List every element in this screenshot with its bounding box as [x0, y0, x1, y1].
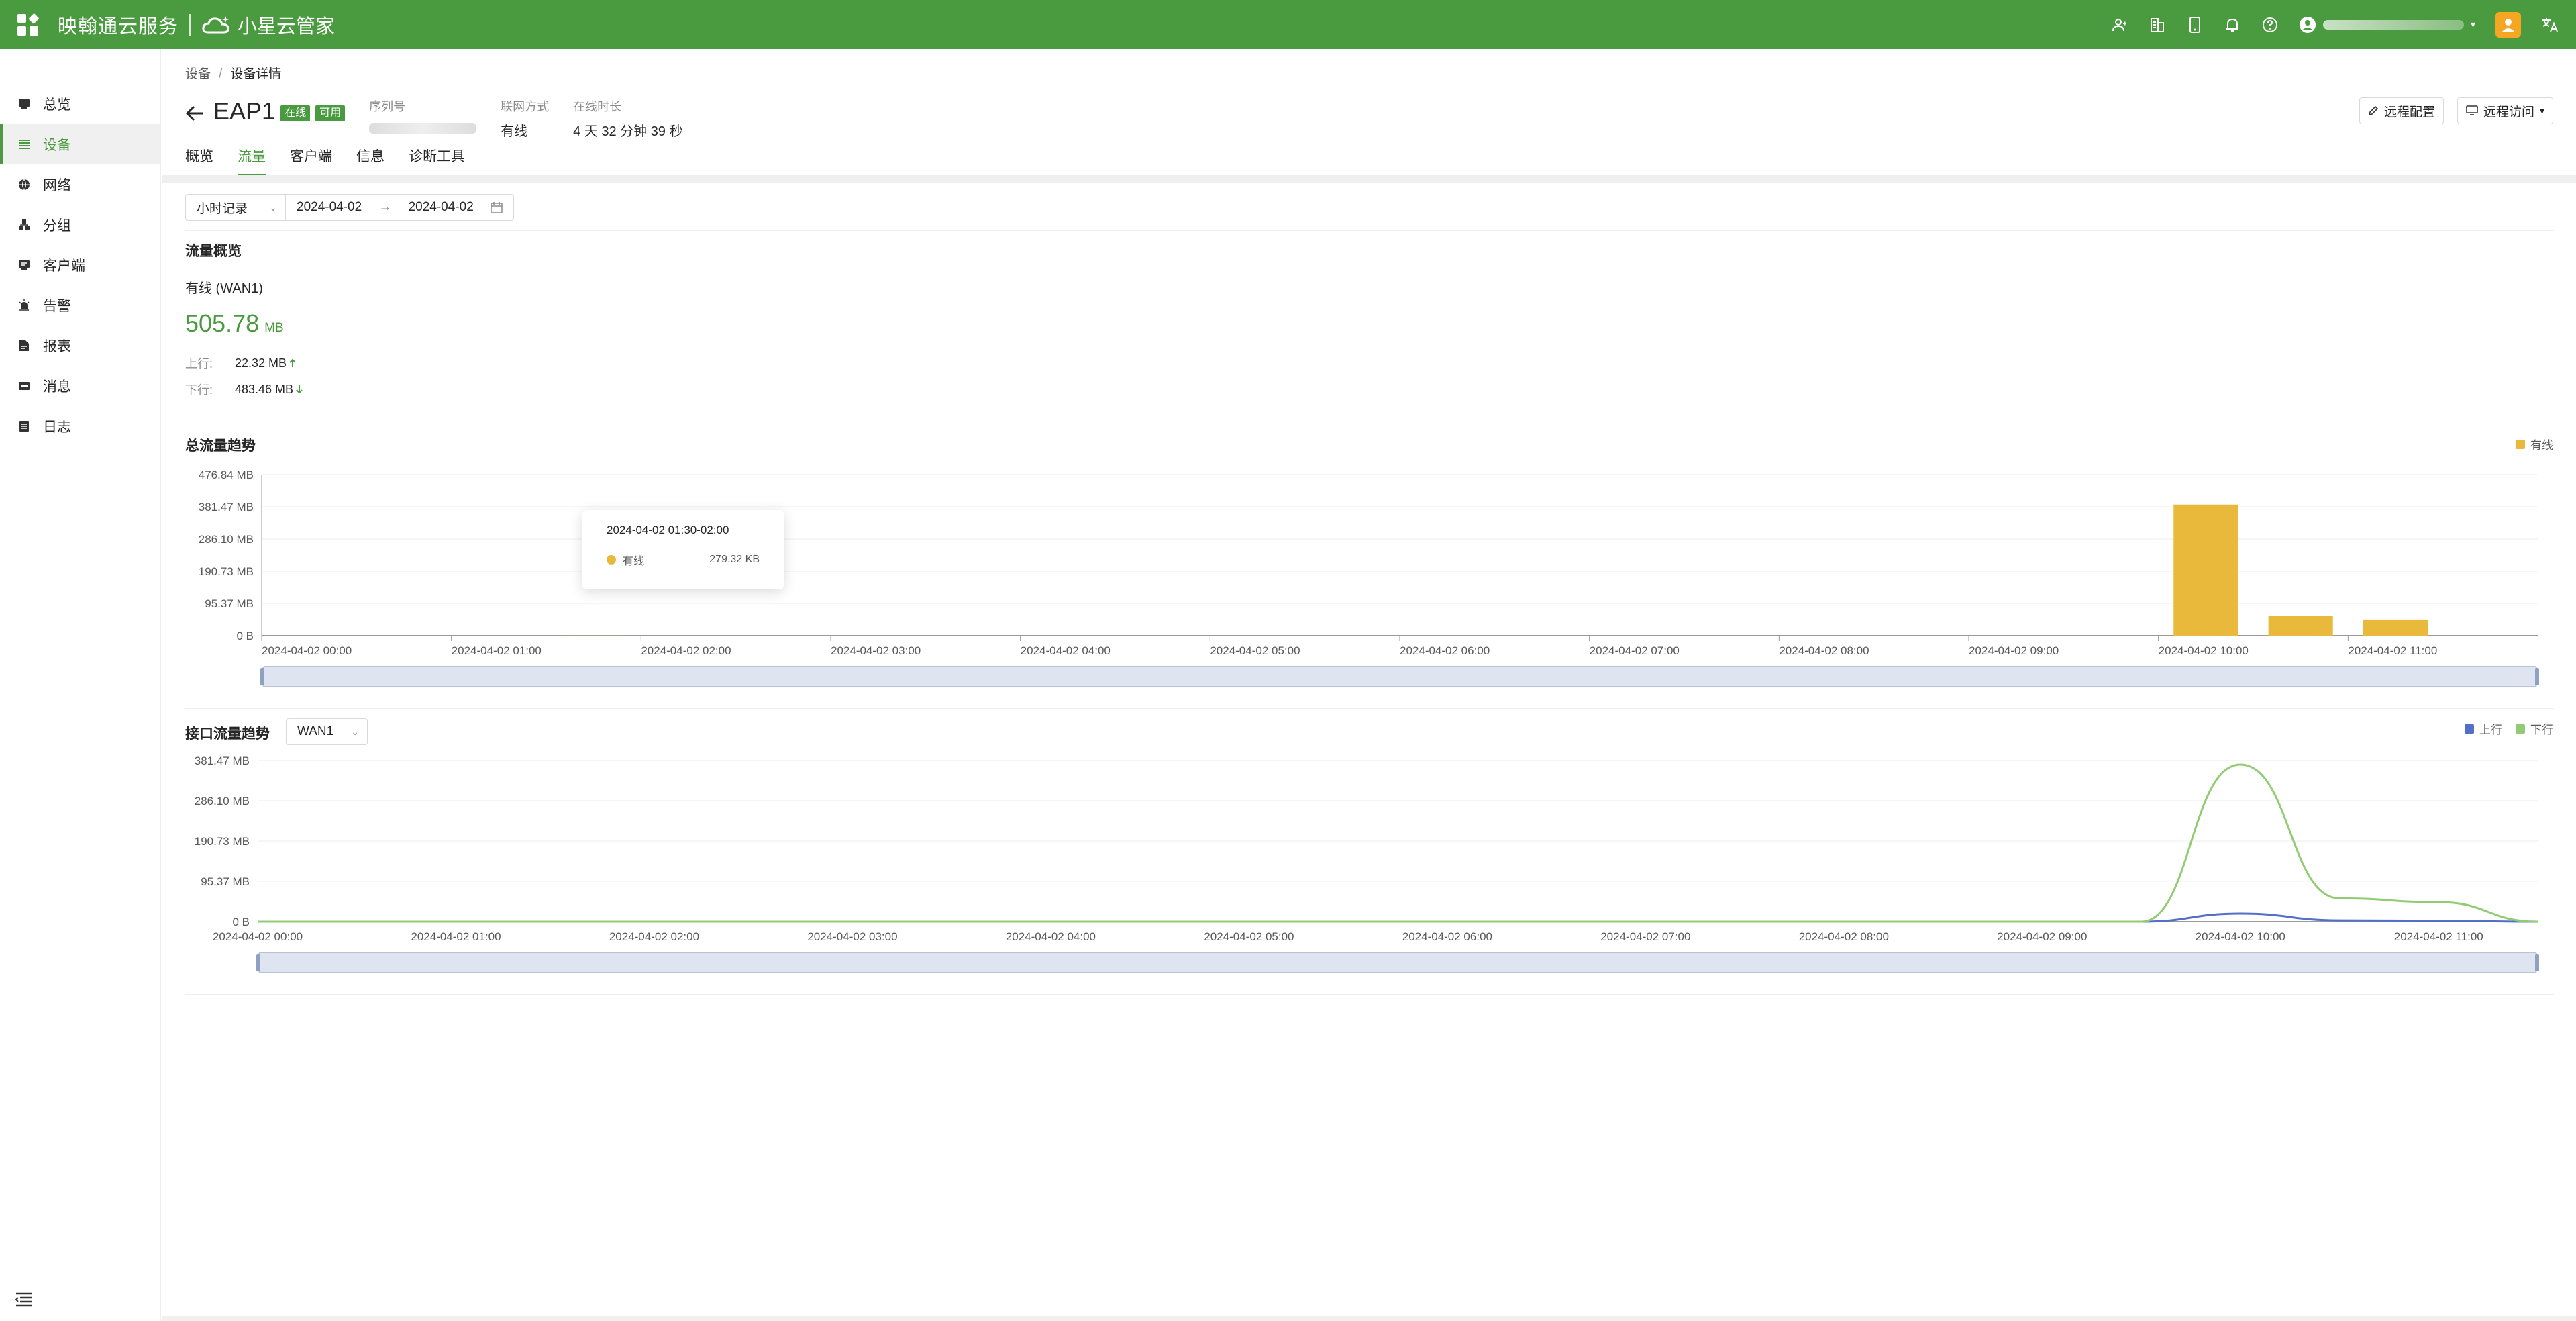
x-tick-label: 2024-04-02 06:00	[1402, 930, 1492, 943]
sidebar: 总览 设备 网络 分组 客户端 告警 报表 消息 日志	[0, 49, 161, 1321]
y-tick-label: 381.47 MB	[195, 754, 250, 767]
sidebar-item-group[interactable]: 分组	[0, 205, 160, 245]
sidebar-item-label: 设备	[43, 138, 71, 153]
sidebar-item-devices[interactable]: 设备	[0, 124, 160, 164]
x-tick-label: 2024-04-02 02:00	[609, 930, 699, 943]
sidebar-item-label: 告警	[43, 299, 71, 314]
brand-divider	[189, 13, 191, 36]
alarm-icon	[17, 299, 31, 312]
collapse-menu-icon[interactable]	[15, 1291, 34, 1308]
brand-title: 映翰通云服务	[58, 15, 179, 38]
user-avatar-icon	[2299, 16, 2316, 34]
interface-trend-chart: 0 B 95.37 MB 190.73 MB 286.10 MB 381.47 MB 20…	[195, 754, 2539, 973]
sidebar-item-clients[interactable]: 客户端	[0, 245, 160, 285]
x-tick-label: 2024-04-02 09:00	[1997, 930, 2087, 943]
y-tick-label: 190.73 MB	[195, 835, 250, 848]
top-right-tools: ▾	[2111, 0, 2559, 49]
zoom-handle-right	[2535, 954, 2539, 971]
sidebar-item-label: 消息	[43, 379, 71, 395]
y-tick-label: 0 B	[232, 916, 250, 928]
caret-down-icon: ▾	[2470, 19, 2475, 30]
brand2-title: 小星云管家	[238, 15, 336, 38]
log-icon	[17, 420, 31, 433]
x-tick-label: 2024-04-02 11:00	[2394, 930, 2483, 943]
x-tick-label: 2024-04-02 04:00	[1006, 930, 1096, 943]
x-tick-label: 2024-04-02 03:00	[807, 930, 897, 943]
divider	[185, 994, 2554, 995]
sidebar-item-label: 报表	[43, 339, 71, 354]
account-avatar[interactable]	[2495, 11, 2521, 38]
user-menu[interactable]: ▾	[2299, 16, 2475, 34]
user-name-blurred	[2322, 19, 2464, 30]
sidebar-item-label: 分组	[43, 218, 71, 234]
x-tick-label: 2024-04-02 00:00	[213, 930, 303, 943]
brand-sub: 小星云管家	[201, 11, 335, 39]
x-tick-label: 2024-04-02 05:00	[1204, 930, 1294, 943]
building-icon[interactable]	[2149, 16, 2166, 34]
sidebar-item-label: 日志	[43, 420, 71, 435]
top-bar: 映翰通云服务 小星云管家 ▾	[0, 0, 2576, 49]
message-icon	[17, 379, 31, 393]
sidebar-item-message[interactable]: 消息	[0, 366, 160, 406]
y-tick-label: 95.37 MB	[201, 875, 250, 888]
report-icon	[17, 339, 31, 352]
user-manage-icon[interactable]	[2111, 16, 2128, 34]
mobile-icon[interactable]	[2186, 16, 2204, 34]
series-line-download	[257, 763, 2538, 923]
help-icon[interactable]	[2261, 16, 2279, 34]
series-line-upload	[257, 912, 2538, 923]
x-tick-label: 2024-04-02 07:00	[1600, 930, 1690, 943]
device-list-icon	[17, 138, 31, 151]
group-icon	[17, 218, 31, 232]
dashboard-icon	[17, 97, 31, 111]
sidebar-item-label: 网络	[43, 178, 71, 193]
x-tick-label: 2024-04-02 01:00	[411, 930, 501, 943]
sidebar-item-network[interactable]: 网络	[0, 164, 160, 205]
sidebar-item-report[interactable]: 报表	[0, 326, 160, 366]
x-tick-label: 2024-04-02 08:00	[1799, 930, 1889, 943]
zoom-slider	[258, 952, 2537, 973]
bell-icon[interactable]	[2224, 16, 2241, 34]
translate-icon[interactable]	[2541, 16, 2559, 34]
horizontal-scrollbar[interactable]	[162, 1316, 2576, 1321]
zoom-handle-left	[256, 954, 260, 971]
globe-icon	[17, 178, 31, 191]
main-content: 设备 / 设备详情 EAP1 在线 可用 序列号 联网方式 有线 在线时长 4 天 …	[162, 49, 2576, 1321]
sidebar-item-log[interactable]: 日志	[0, 406, 160, 446]
sidebar-nav: 总览 设备 网络 分组 客户端 告警 报表 消息 日志	[0, 49, 160, 446]
sidebar-item-overview[interactable]: 总览	[0, 84, 160, 124]
sidebar-item-label: 总览	[43, 97, 71, 113]
sidebar-item-alarm[interactable]: 告警	[0, 285, 160, 326]
apps-grid-icon[interactable]	[17, 13, 40, 36]
cloud-star-icon	[202, 15, 229, 33]
client-icon	[17, 258, 31, 272]
sidebar-item-label: 客户端	[43, 258, 85, 274]
y-tick-label: 286.10 MB	[195, 795, 250, 808]
x-tick-label: 2024-04-02 10:00	[2196, 930, 2285, 943]
